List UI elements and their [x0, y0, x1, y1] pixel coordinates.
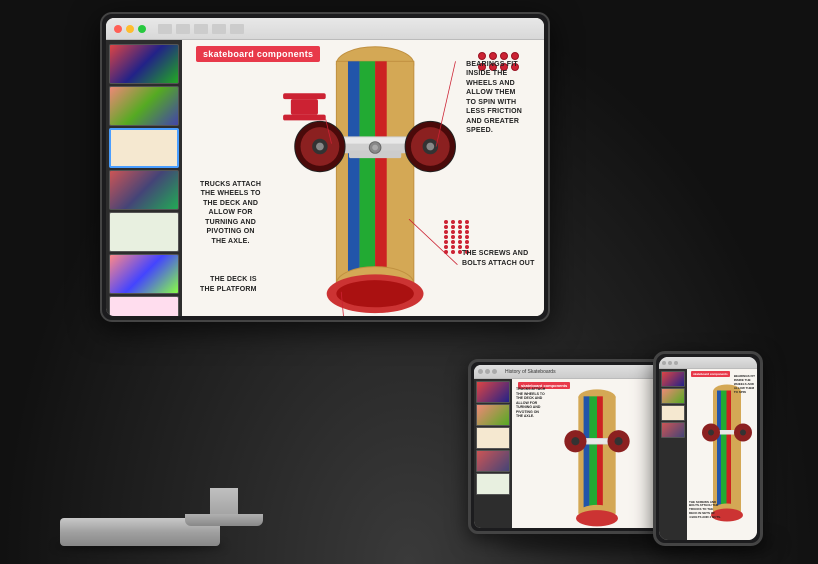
traffic-light-green[interactable]: [138, 25, 146, 33]
bearings-heading: BEARINGS FIT: [466, 60, 522, 69]
bearings-body: INSIDE THEWHEELS ANDALLOW THEMTO SPIN WI…: [466, 69, 522, 135]
bearings-annotation: BEARINGS FIT INSIDE THEWHEELS ANDALLOW T…: [466, 60, 522, 136]
toolbar-icon-3[interactable]: [194, 24, 208, 34]
toolbar-icon-1[interactable]: [158, 24, 172, 34]
trucks-annotation: TRUCKS ATTACH THE WHEELS TOTHE DECK ANDA…: [200, 180, 261, 246]
tablet-title: History of Skateboards: [505, 369, 556, 375]
phone-dot-3: [674, 361, 678, 365]
slide-thumb-5[interactable]: [109, 212, 179, 252]
phone-main-slide: skateboard components: [687, 369, 757, 540]
keynote-content: skateboard components: [106, 40, 544, 316]
tablet-trucks-annotation: TRUCKS ATTACHTHE WHEELS TOTHE DECK ANDAL…: [516, 387, 545, 419]
phone-screen: skateboard components: [659, 357, 757, 540]
screws-heading: THE SCREWS AND: [462, 249, 535, 258]
traffic-light-yellow[interactable]: [126, 25, 134, 33]
phone-content: skateboard components: [659, 369, 757, 540]
phone-toolbar: [659, 357, 757, 369]
tablet-thumb-5[interactable]: [476, 473, 510, 495]
deck-body: THE PLATFORM: [200, 285, 257, 294]
bearing-dot-2: [489, 52, 497, 60]
phone-bearings-annotation: BEARINGS FITINSIDE THEWHEELS ANDALLOW TH…: [734, 375, 755, 394]
tablet-dot-1: [478, 369, 483, 374]
phone-dot-1: [662, 361, 666, 365]
bearing-dot-4: [511, 52, 519, 60]
slide-thumb-1[interactable]: [109, 44, 179, 84]
deck-annotation: THE DECK IS THE PLATFORM: [200, 275, 257, 294]
monitor-screen: skateboard components: [106, 18, 544, 316]
tablet-dot-2: [485, 369, 490, 374]
tablet-skateboard-svg: [537, 387, 657, 527]
phone-thumb-1[interactable]: [661, 371, 685, 387]
trucks-body: THE WHEELS TOTHE DECK ANDALLOW FORTURNIN…: [200, 189, 261, 246]
phone-screws-annotation: THE SCREWS ANDBOLTS ATTACH THETRUCKS TO …: [689, 501, 721, 520]
tablet-thumb-2[interactable]: [476, 404, 510, 426]
traffic-light-red[interactable]: [114, 25, 122, 33]
phone-thumb-2[interactable]: [661, 388, 685, 404]
trucks-heading: TRUCKS ATTACH: [200, 180, 261, 189]
macos-toolbar: [106, 18, 544, 40]
monitor-stand-base: [185, 514, 263, 526]
phone-device: skateboard components: [653, 351, 763, 546]
toolbar-icon-4[interactable]: [212, 24, 226, 34]
toolbar-icon-5[interactable]: [230, 24, 244, 34]
monitor: skateboard components: [100, 12, 550, 322]
phone-thumb-4[interactable]: [661, 422, 685, 438]
slide-thumb-2[interactable]: [109, 86, 179, 126]
tablet-thumb-3[interactable]: [476, 427, 510, 449]
bearing-dot-3: [500, 52, 508, 60]
slide-thumb-3[interactable]: [109, 128, 179, 168]
screws-annotation: THE SCREWS AND BOLTS ATTACH OUT: [462, 249, 535, 268]
slide-panel[interactable]: [106, 40, 182, 316]
slide-thumb-7[interactable]: [109, 296, 179, 316]
tablet-thumb-1[interactable]: [476, 381, 510, 403]
slide-thumb-6[interactable]: [109, 254, 179, 294]
tablet-dot-3: [492, 369, 497, 374]
toolbar-icons: [158, 24, 244, 34]
phone-dot-2: [668, 361, 672, 365]
tablet-slide-panel[interactable]: [474, 379, 512, 528]
phone-slide-panel[interactable]: [659, 369, 687, 540]
deck-heading: THE DECK IS: [200, 275, 257, 284]
slide-thumb-4[interactable]: [109, 170, 179, 210]
tablet-thumb-4[interactable]: [476, 450, 510, 472]
screws-body: BOLTS ATTACH OUT: [462, 259, 535, 268]
bearing-dot-1: [478, 52, 486, 60]
phone-thumb-3[interactable]: [661, 405, 685, 421]
main-slide: skateboard components: [182, 40, 544, 316]
toolbar-icon-2[interactable]: [176, 24, 190, 34]
